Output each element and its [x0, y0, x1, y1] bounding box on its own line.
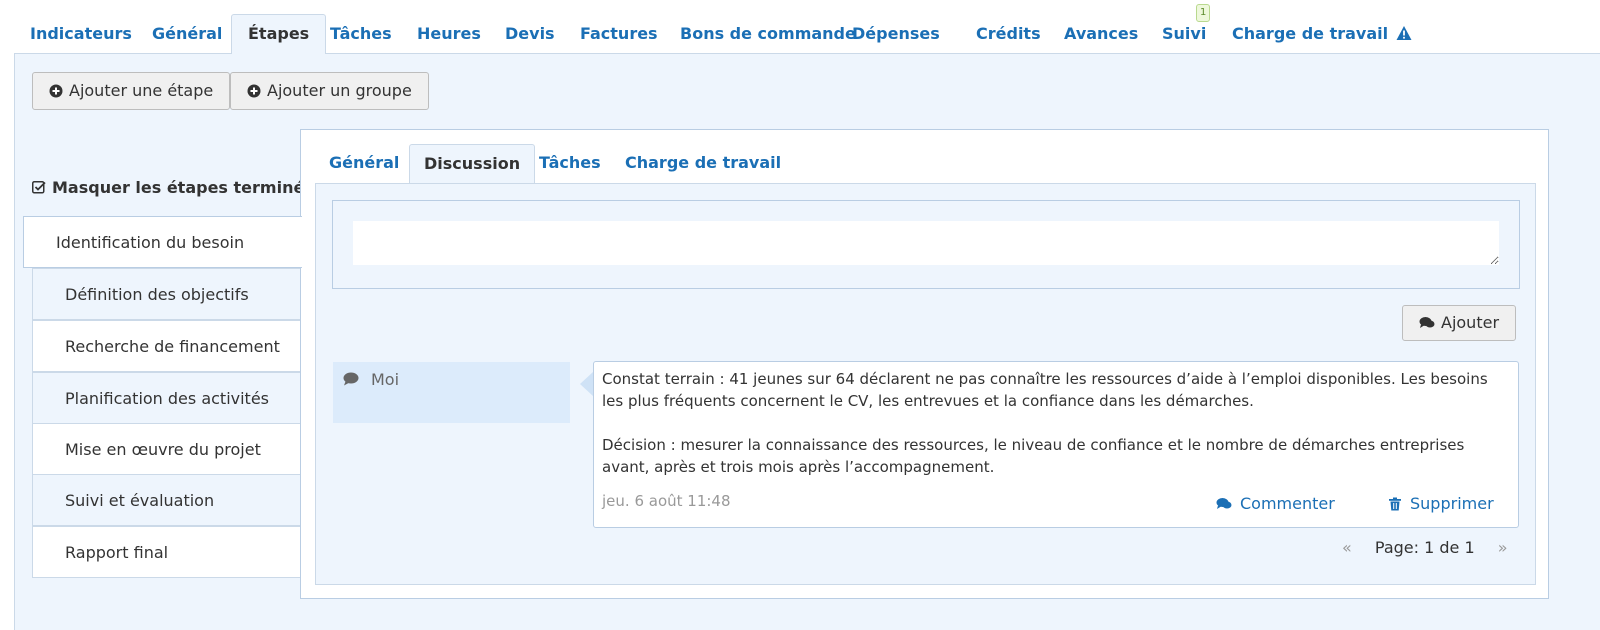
tab-general[interactable]: Général	[136, 14, 238, 54]
comment-icon	[343, 372, 359, 386]
step-recherche-de-financement[interactable]: Recherche de financement	[32, 320, 300, 372]
plus-circle-icon	[49, 84, 63, 98]
add-step-label: Ajouter une étape	[69, 81, 214, 100]
tab-charge-de-travail[interactable]: Charge de travail	[1216, 14, 1428, 54]
main-tabs: Indicateurs Général Étapes Tâches Heures…	[14, 4, 1600, 55]
hide-completed-steps-label: Masquer les étapes terminées	[52, 178, 325, 197]
tab-depenses[interactable]: Dépenses	[836, 14, 956, 54]
tab-step-charge-de-travail[interactable]: Charge de travail	[611, 144, 795, 184]
plus-circle-icon	[247, 84, 261, 98]
tab-etapes[interactable]: Étapes	[231, 14, 327, 55]
add-group-label: Ajouter un groupe	[267, 81, 412, 100]
tab-indicateurs[interactable]: Indicateurs	[14, 14, 148, 54]
tab-suivi[interactable]: Suivi	[1146, 14, 1222, 54]
hide-completed-steps-toggle[interactable]: Masquer les étapes terminées	[32, 178, 325, 197]
comment-link-label: Commenter	[1240, 494, 1335, 513]
step-definition-des-objectifs[interactable]: Définition des objectifs	[32, 268, 300, 320]
tab-step-taches[interactable]: Tâches	[525, 144, 615, 184]
tab-avances[interactable]: Avances	[1048, 14, 1154, 54]
tab-taches[interactable]: Tâches	[314, 14, 408, 54]
suivi-count-badge: 1	[1196, 4, 1211, 22]
message-author-name: Moi	[371, 370, 400, 389]
step-detail-card: Général Discussion Tâches Charge de trav…	[300, 129, 1549, 599]
message-date: jeu. 6 août 11:48	[602, 492, 731, 510]
pager-status: Page: 1 de 1	[1374, 538, 1475, 557]
add-step-button[interactable]: Ajouter une étape	[32, 72, 231, 110]
pager-prev[interactable]: «	[1342, 538, 1352, 557]
add-comment-label: Ajouter	[1441, 313, 1500, 332]
discussion-panel: Ajouter Moi Constat terrain : 41 jeunes …	[315, 183, 1536, 585]
message-paragraph: Décision : mesurer la connaissance des r…	[602, 436, 1465, 476]
tab-devis[interactable]: Devis	[489, 14, 571, 54]
comment-box	[332, 200, 1520, 289]
step-rapport-final[interactable]: Rapport final	[32, 526, 300, 578]
step-mise-en-oeuvre-du-projet[interactable]: Mise en œuvre du projet	[32, 423, 300, 475]
comments-icon	[1216, 498, 1232, 509]
warning-icon	[1396, 26, 1412, 40]
tab-factures[interactable]: Factures	[564, 14, 674, 54]
message-paragraph: Constat terrain : 41 jeunes sur 64 décla…	[602, 370, 1488, 410]
message-pointer	[580, 372, 593, 396]
tab-credits[interactable]: Crédits	[960, 14, 1057, 54]
delete-link-label: Supprimer	[1410, 494, 1494, 513]
tab-heures[interactable]: Heures	[401, 14, 497, 54]
checked-checkbox-icon	[32, 181, 46, 194]
tab-charge-de-travail-label: Charge de travail	[1232, 24, 1389, 43]
comment-link[interactable]: Commenter	[1216, 493, 1335, 515]
tab-step-discussion[interactable]: Discussion	[409, 144, 536, 185]
add-comment-button[interactable]: Ajouter	[1402, 305, 1517, 341]
delete-link[interactable]: Supprimer	[1388, 493, 1494, 515]
step-planification-des-activites[interactable]: Planification des activités	[32, 372, 300, 424]
comments-icon	[1419, 317, 1435, 328]
step-suivi-et-evaluation[interactable]: Suivi et évaluation	[32, 474, 300, 526]
message-author: Moi	[333, 362, 570, 423]
step-detail-tabs: Général Discussion Tâches Charge de trav…	[315, 144, 1535, 185]
message-card: Constat terrain : 41 jeunes sur 64 décla…	[593, 361, 1519, 528]
tab-step-general[interactable]: Général	[315, 144, 413, 184]
step-identification-du-besoin[interactable]: Identification du besoin	[23, 216, 302, 268]
trash-icon	[1389, 497, 1401, 511]
add-group-button[interactable]: Ajouter un groupe	[230, 72, 429, 110]
pagination: « Page: 1 de 1 »	[1342, 538, 1508, 557]
pager-next[interactable]: »	[1498, 538, 1508, 557]
comment-input[interactable]	[353, 221, 1499, 265]
